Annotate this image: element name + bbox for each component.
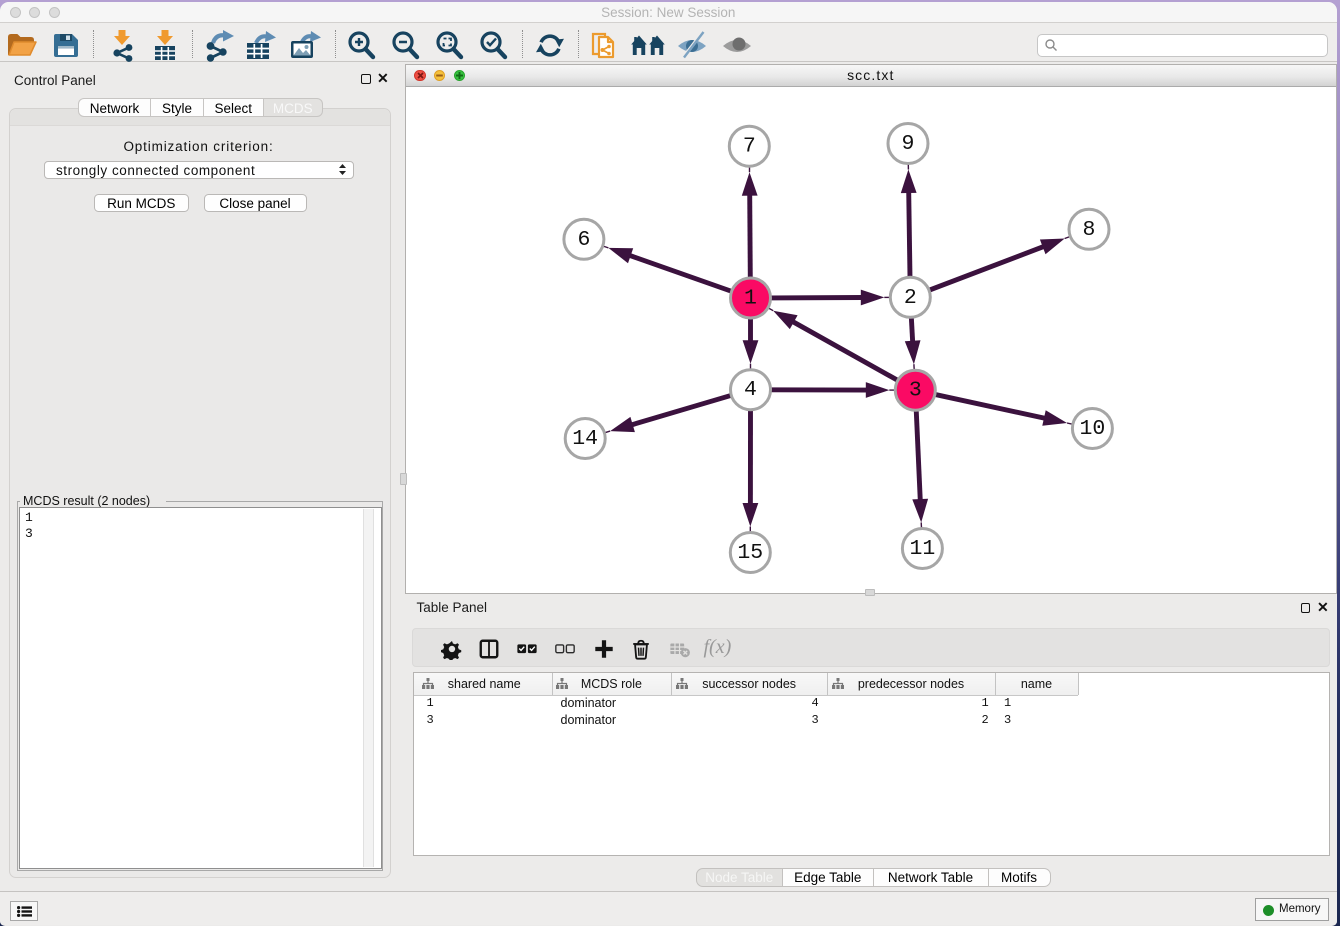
svg-text:14: 14 bbox=[572, 427, 598, 451]
svg-text:6: 6 bbox=[577, 228, 590, 252]
svg-text:3: 3 bbox=[909, 379, 922, 403]
svg-text:8: 8 bbox=[1083, 218, 1096, 242]
svg-text:15: 15 bbox=[737, 541, 763, 565]
svg-text:4: 4 bbox=[744, 378, 757, 402]
svg-text:1: 1 bbox=[744, 287, 757, 311]
svg-text:11: 11 bbox=[909, 537, 935, 561]
svg-text:9: 9 bbox=[902, 132, 915, 156]
svg-text:7: 7 bbox=[743, 135, 756, 159]
svg-text:2: 2 bbox=[904, 286, 917, 310]
svg-text:10: 10 bbox=[1079, 417, 1105, 441]
